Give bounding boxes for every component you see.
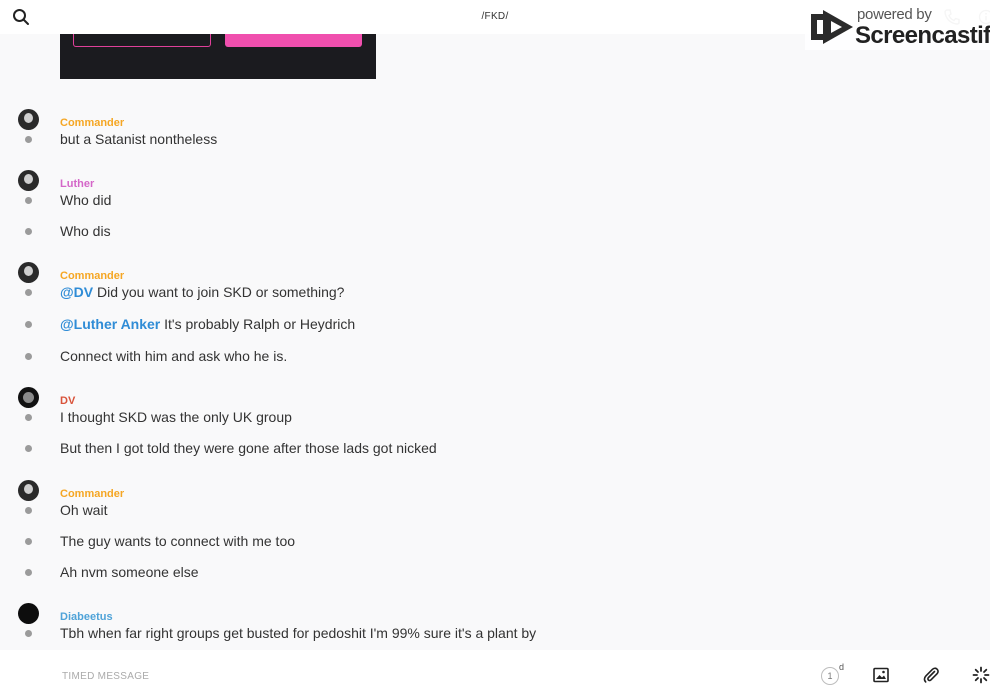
timer-unit: d — [839, 662, 845, 672]
avatar[interactable] — [18, 603, 39, 624]
message-item[interactable]: but a Satanist nontheless — [0, 131, 990, 161]
message-text: @Luther Anker It's probably Ralph or Hey… — [60, 316, 355, 332]
avatar[interactable] — [18, 109, 39, 130]
message-author-row: Commander — [0, 480, 990, 509]
message-author-row: Luther — [0, 170, 990, 199]
message-text: I thought SKD was the only UK group — [60, 409, 292, 425]
message-item[interactable]: Oh wait — [0, 502, 990, 532]
message-bullet — [25, 414, 32, 421]
message-author[interactable]: DV — [60, 395, 75, 407]
message-author[interactable]: Luther — [60, 178, 94, 190]
timed-message-input[interactable] — [60, 664, 764, 688]
message-text: Who dis — [60, 223, 111, 239]
message-bullet — [25, 445, 32, 452]
message-bullet — [25, 321, 32, 328]
message-text: Tbh when far right groups get busted for… — [60, 625, 536, 641]
message-bullet — [25, 136, 32, 143]
message-author[interactable]: Commander — [60, 270, 124, 282]
message-body: but a Satanist nontheless — [60, 131, 218, 147]
message-bullet — [25, 353, 32, 360]
message-body: Who did — [60, 192, 112, 208]
message-body: Who dis — [60, 223, 111, 239]
message-body: It's probably Ralph or Heydrich — [160, 316, 356, 332]
message-bullet — [25, 228, 32, 235]
message-text: The guy wants to connect with me too — [60, 533, 295, 549]
message-item[interactable]: I thought SKD was the only UK group — [0, 409, 990, 439]
timer-value: 1 — [821, 667, 839, 685]
message-item[interactable]: But then I got told they were gone after… — [0, 440, 990, 470]
message-body: Ah nvm someone else — [60, 564, 199, 580]
message-author[interactable]: Diabeetus — [60, 611, 113, 623]
message-text: Oh wait — [60, 502, 107, 518]
message-item[interactable]: Who did — [0, 192, 990, 222]
message-author[interactable]: Commander — [60, 488, 124, 500]
message-text: But then I got told they were gone after… — [60, 440, 437, 456]
message-item[interactable]: Who dis — [0, 223, 990, 253]
timer-button[interactable]: 1 d — [821, 662, 847, 685]
avatar[interactable] — [18, 387, 39, 408]
watermark-powered-by: powered by — [857, 6, 932, 23]
message-list: Commander but a Satanist nontheless Luther… — [0, 34, 990, 650]
ping-icon[interactable] — [972, 666, 990, 684]
message-body: The guy wants to connect with me too — [60, 533, 296, 549]
avatar[interactable] — [18, 480, 39, 501]
message-body: Did you want to join SKD or something? — [93, 284, 345, 300]
message-item[interactable]: Ah nvm someone else — [0, 564, 990, 594]
message-bullet — [25, 507, 32, 514]
message-bullet — [25, 538, 32, 545]
avatar[interactable] — [18, 170, 39, 191]
avatar[interactable] — [18, 262, 39, 283]
message-bullet — [25, 630, 32, 637]
message-body: Tbh when far right groups get busted for… — [60, 625, 537, 641]
message-body: I thought SKD was the only UK group — [60, 409, 292, 425]
mention-link[interactable]: @DV — [60, 284, 93, 300]
message-body: Connect with him and ask who he is. — [60, 348, 288, 364]
message-item[interactable]: Connect with him and ask who he is. — [0, 348, 990, 378]
paperclip-icon[interactable] — [922, 666, 940, 684]
message-body: But then I got told they were gone after… — [60, 440, 437, 456]
message-text: Ah nvm someone else — [60, 564, 199, 580]
message-item[interactable]: @Luther Anker It's probably Ralph or Hey… — [0, 316, 990, 346]
message-bullet — [25, 569, 32, 576]
message-item[interactable]: The guy wants to connect with me too — [0, 533, 990, 563]
message-text: @DV Did you want to join SKD or somethin… — [60, 284, 344, 300]
message-item[interactable]: @DV Did you want to join SKD or somethin… — [0, 284, 990, 314]
message-bullet — [25, 289, 32, 296]
message-text: but a Satanist nontheless — [60, 131, 217, 147]
message-author[interactable]: Commander — [60, 117, 124, 129]
message-text: Connect with him and ask who he is. — [60, 348, 287, 364]
message-body: Oh wait — [60, 502, 108, 518]
image-icon[interactable] — [873, 667, 889, 683]
mention-link[interactable]: @Luther Anker — [60, 316, 160, 332]
message-bullet — [25, 197, 32, 204]
message-text: Who did — [60, 192, 111, 208]
